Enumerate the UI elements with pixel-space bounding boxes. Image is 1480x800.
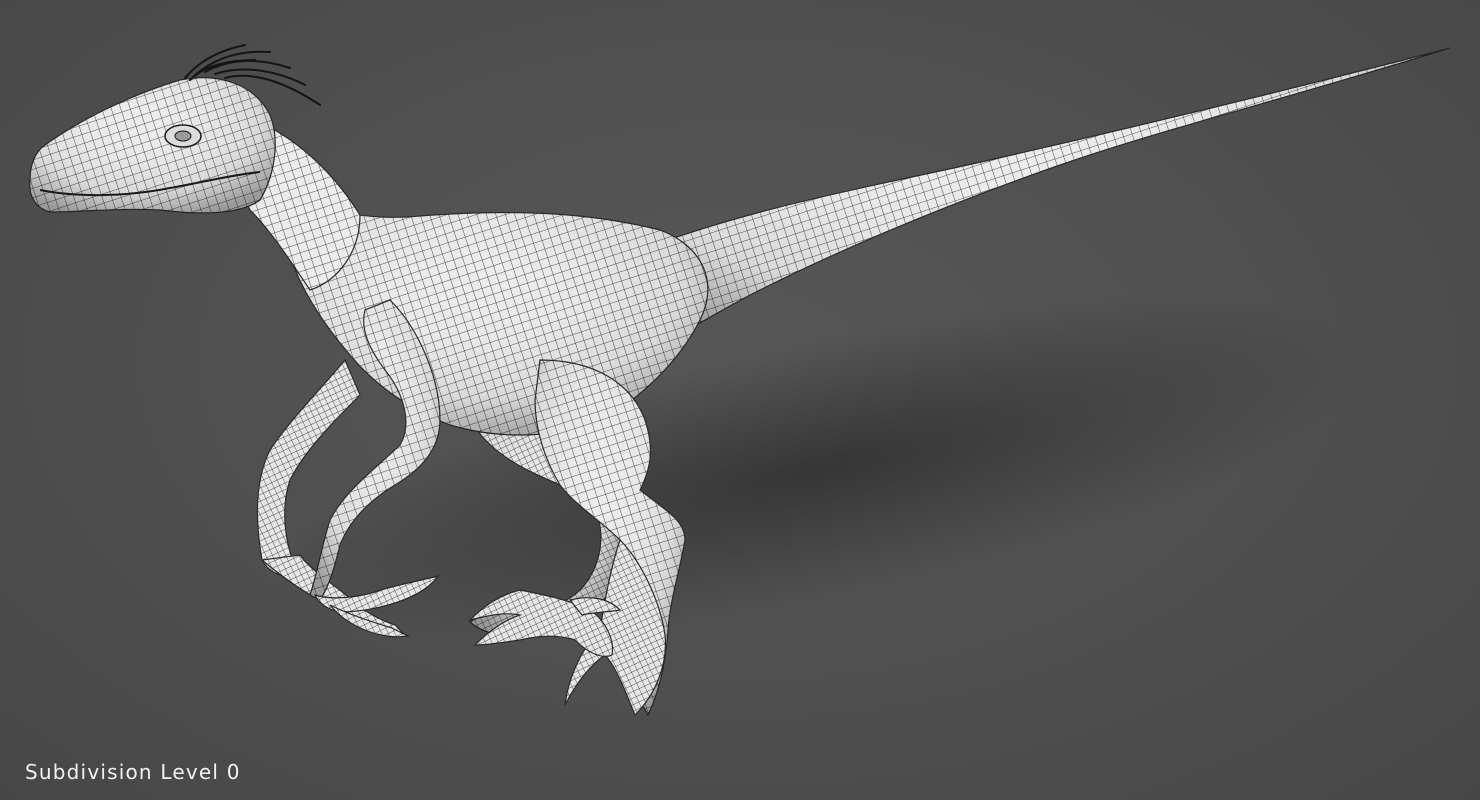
tail [639,47,1451,346]
viewport: Subdivision Level 0 [0,0,1480,800]
caption-label: Subdivision Level 0 [25,760,241,784]
render-canvas [29,44,1451,717]
